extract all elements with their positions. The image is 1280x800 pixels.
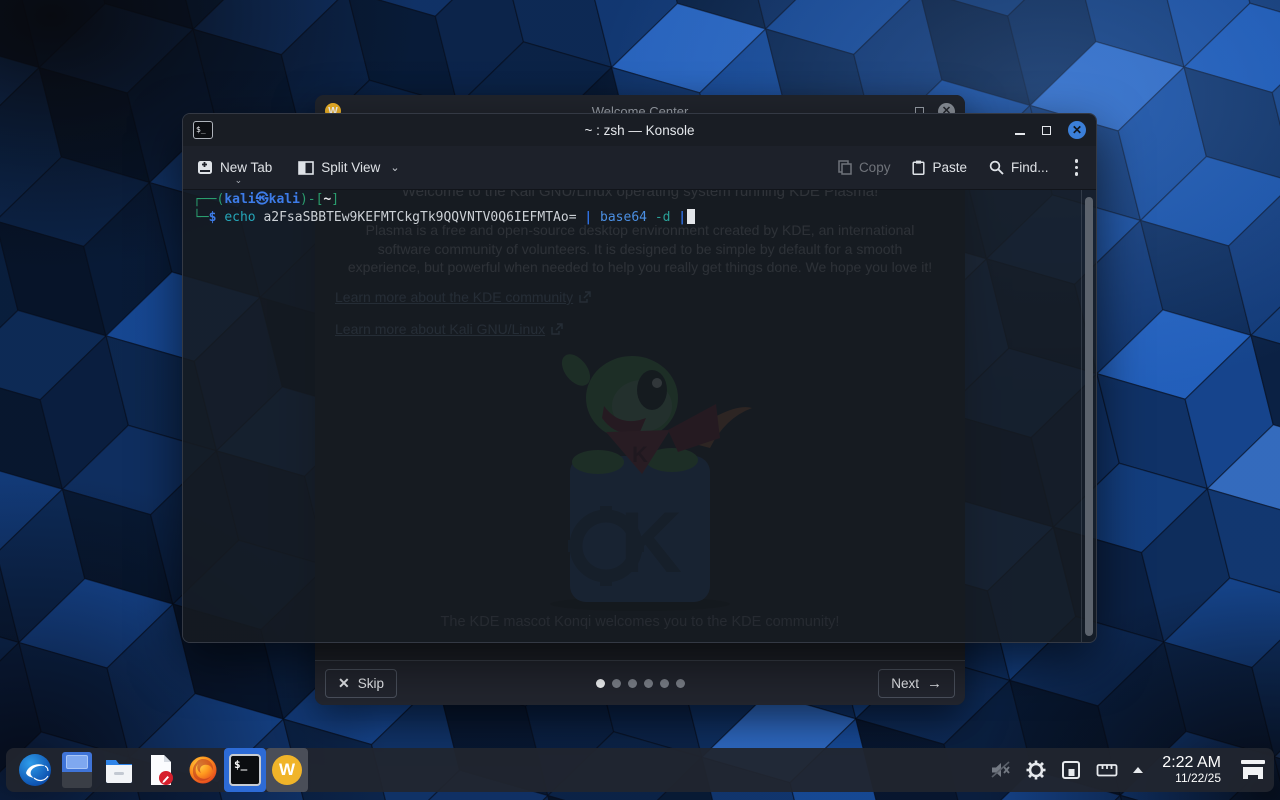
firefox-icon [188, 755, 218, 785]
page-dot[interactable] [628, 679, 637, 688]
network-icon[interactable] [1096, 761, 1118, 779]
page-dot[interactable] [612, 679, 621, 688]
prompt-frame: )-[ [300, 192, 323, 207]
command-base64: base64 [600, 210, 647, 225]
konsole-window-title: ~ : zsh — Konsole [183, 123, 1096, 138]
prompt-frame: ┌──( [193, 192, 224, 207]
find-button[interactable]: Find... [989, 160, 1049, 175]
find-label: Find... [1011, 160, 1049, 175]
copy-button[interactable]: Copy [838, 160, 891, 175]
maximize-icon[interactable] [1042, 126, 1051, 135]
paste-icon [912, 160, 925, 175]
search-icon [989, 160, 1004, 175]
overflow-menu-icon[interactable] [1071, 159, 1083, 176]
virtual-desktop-pager[interactable] [56, 748, 98, 792]
show-desktop-icon[interactable] [1240, 759, 1266, 781]
document-icon [147, 754, 175, 786]
app-launcher-button[interactable] [14, 748, 56, 792]
konsole-window: $_ ~ : zsh — Konsole ✕ New Tab ⌄ Split V… [182, 113, 1097, 643]
welcome-footer: ✕ Skip Next → [315, 660, 965, 705]
split-view-label: Split View [321, 160, 380, 175]
split-view-button[interactable]: Split View ⌄ [298, 160, 399, 175]
prompt-line-2: └─$ echo a2FsaSBBTEw9KEFMTCkgTk9QQVNTV0Q… [193, 209, 1096, 227]
konsole-titlebar[interactable]: $_ ~ : zsh — Konsole ✕ [183, 114, 1096, 146]
kali-menu-icon [19, 754, 51, 786]
konsole-task-icon: $_ [229, 754, 261, 786]
terminal-cursor [687, 209, 695, 224]
digital-clock[interactable]: 2:22 AM 11/22/25 [1162, 755, 1221, 784]
folder-icon [103, 755, 135, 785]
prompt-frame: └─ [193, 210, 209, 225]
prompt-frame: ] [331, 192, 339, 207]
page-dot[interactable] [660, 679, 669, 688]
flag-d: -d [655, 210, 671, 225]
clock-date: 11/22/25 [1162, 772, 1221, 785]
command-argument: a2FsaSBBTEw9KEFMTCkgTk9QQVNTV0Q6IEFMTAo= [263, 210, 576, 225]
expand-tray-icon[interactable] [1133, 767, 1143, 773]
prompt-user: kali㉿kali [224, 192, 300, 207]
settings-gear-icon[interactable] [1026, 760, 1046, 780]
scrollbar-track[interactable] [1081, 190, 1096, 643]
pipe-operator: | [678, 210, 686, 225]
audio-muted-icon[interactable] [990, 760, 1011, 780]
command-echo: echo [224, 210, 255, 225]
new-tab-button[interactable]: New Tab ⌄ [197, 160, 272, 175]
firefox-button[interactable] [182, 748, 224, 792]
new-tab-icon [197, 160, 213, 175]
pipe-operator: | [584, 210, 592, 225]
prompt-line-1: ┌──(kali㉿kali)-[~] [193, 192, 1096, 209]
page-dot[interactable] [676, 679, 685, 688]
split-view-icon [298, 161, 314, 175]
clock-time: 2:22 AM [1162, 755, 1221, 772]
welcome-task-icon: W [272, 755, 302, 785]
page-dots [315, 679, 965, 688]
text-editor-button[interactable] [140, 748, 182, 792]
new-tab-label: New Tab [220, 160, 272, 175]
task-welcome-center[interactable]: W [266, 748, 308, 792]
copy-label: Copy [859, 160, 891, 175]
task-konsole[interactable]: $_ [224, 748, 266, 792]
file-manager-button[interactable] [98, 748, 140, 792]
scrollbar-thumb[interactable] [1085, 197, 1093, 636]
konsole-toolbar: New Tab ⌄ Split View ⌄ Copy [183, 146, 1096, 190]
system-tray: 2:22 AM 11/22/25 [990, 755, 1266, 784]
pager-icon [62, 752, 92, 788]
chevron-down-icon: ⌄ [390, 161, 399, 174]
close-icon[interactable]: ✕ [1068, 121, 1086, 139]
page-dot[interactable] [596, 679, 605, 688]
disks-devices-icon[interactable] [1061, 760, 1081, 780]
minimize-icon[interactable] [1015, 133, 1025, 135]
copy-icon [838, 160, 852, 175]
taskbar-panel: $_ W [6, 748, 1274, 792]
chevron-down-icon[interactable]: ⌄ [235, 175, 243, 186]
terminal-area[interactable]: ┌──(kali㉿kali)-[~] └─$ echo a2FsaSBBTEw9… [183, 190, 1096, 643]
page-dot[interactable] [644, 679, 653, 688]
paste-button[interactable]: Paste [912, 160, 967, 175]
paste-label: Paste [932, 160, 967, 175]
